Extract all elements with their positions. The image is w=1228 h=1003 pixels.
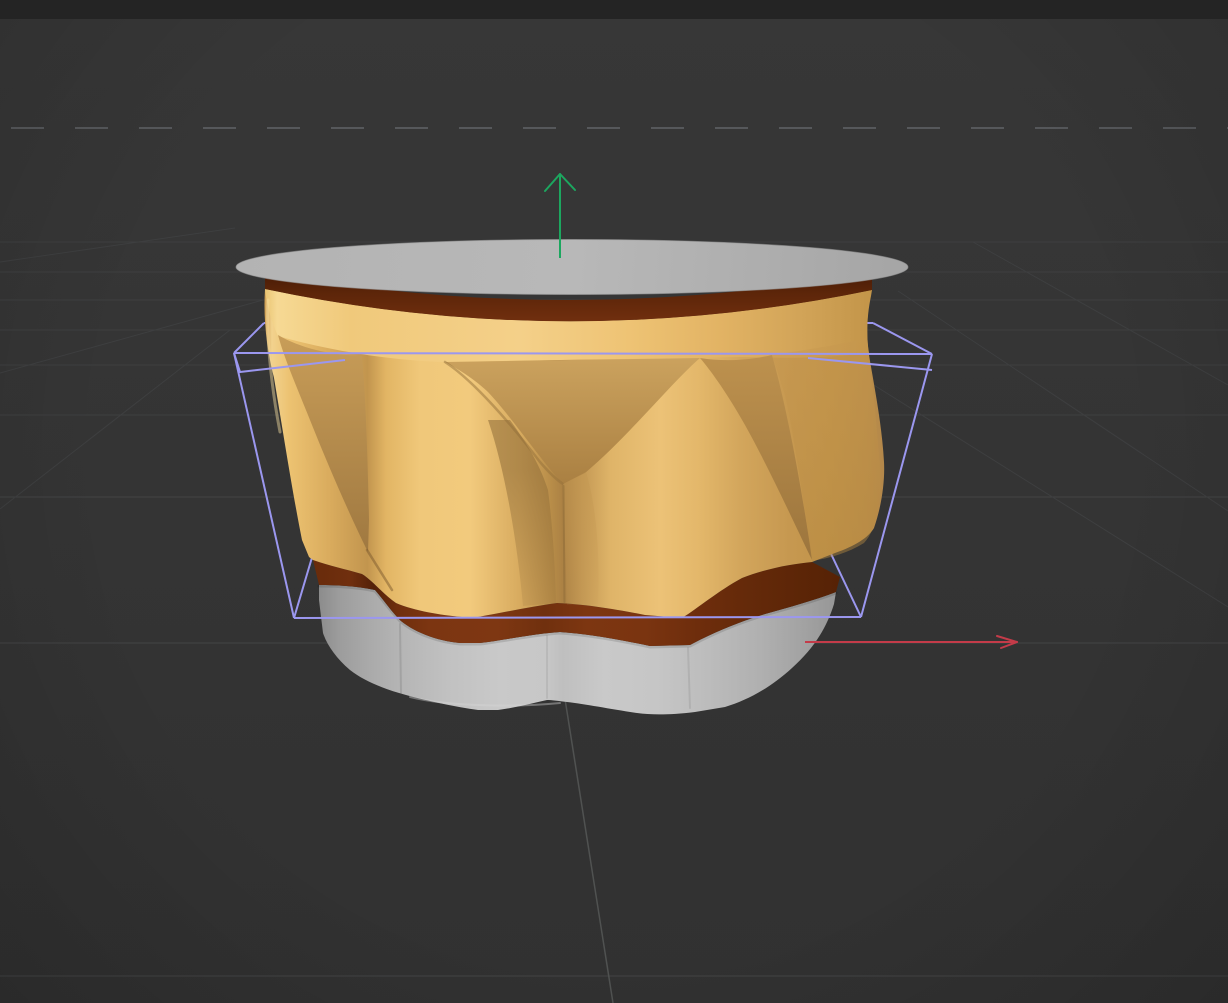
viewport-canvas[interactable] xyxy=(0,0,1228,1003)
object-crease-center[interactable] xyxy=(564,486,565,602)
3d-viewport[interactable] xyxy=(0,0,1228,1003)
bounding-box-edge xyxy=(294,617,861,618)
viewport-top-bar-strip xyxy=(0,0,1228,19)
object-lid-disc[interactable] xyxy=(236,240,908,295)
3d-object-cake-mold[interactable] xyxy=(236,240,908,715)
bounding-box-edge xyxy=(234,353,932,354)
object-base-facet-1[interactable] xyxy=(400,624,401,693)
